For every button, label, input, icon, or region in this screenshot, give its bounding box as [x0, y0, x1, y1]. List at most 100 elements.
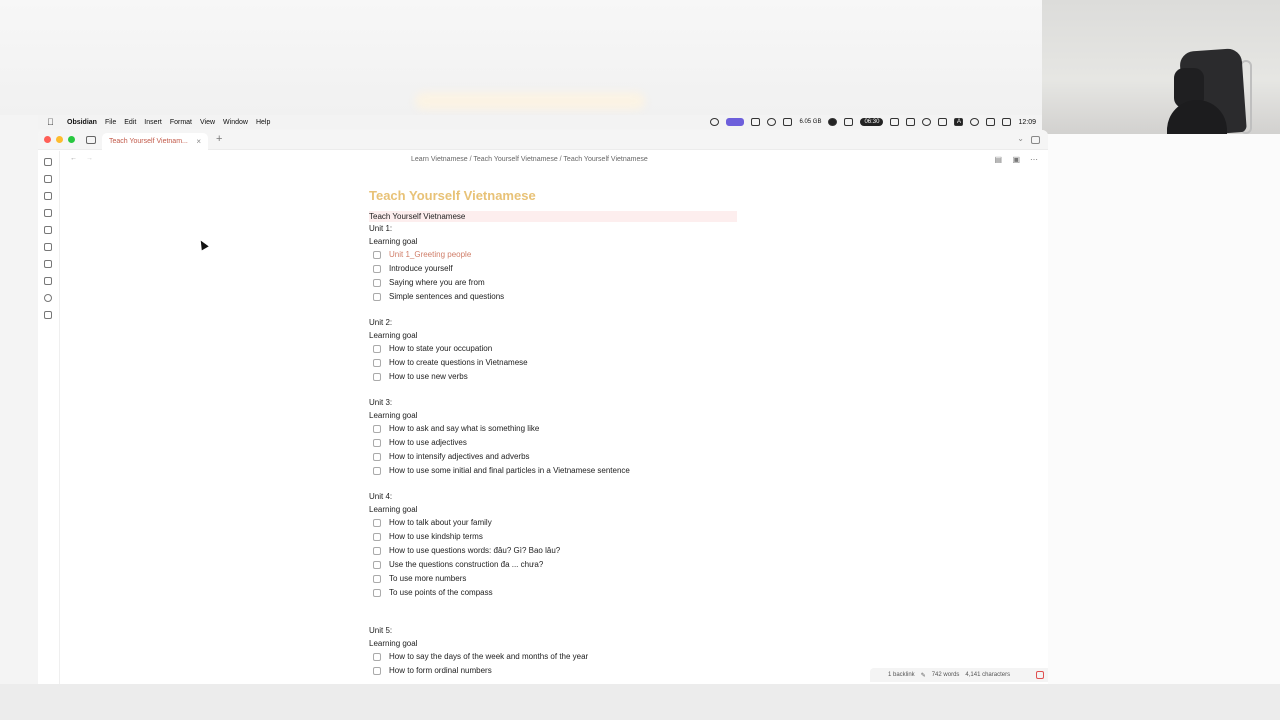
more-options-icon[interactable]: ⋯: [1030, 155, 1038, 164]
timer-badge[interactable]: 06:30: [860, 118, 884, 126]
task-item[interactable]: How to form ordinal numbers: [369, 664, 749, 678]
task-checkbox[interactable]: [373, 439, 381, 447]
menu-help[interactable]: Help: [256, 119, 270, 126]
grid-icon[interactable]: [890, 118, 900, 126]
storage-readout[interactable]: 6.05 GB: [799, 119, 821, 125]
task-checkbox[interactable]: [373, 519, 381, 527]
breadcrumb[interactable]: Learn Vietnamese / Teach Yourself Vietna…: [411, 156, 648, 163]
task-checkbox[interactable]: [373, 547, 381, 555]
menu-clock[interactable]: 12:09: [1018, 119, 1036, 126]
open-quick-switcher-icon[interactable]: [44, 158, 52, 166]
unit-heading[interactable]: Unit 4:: [369, 490, 749, 503]
unit-heading[interactable]: Unit 1:: [369, 222, 749, 235]
task-item[interactable]: How to intensify adjectives and adverbs: [369, 450, 749, 464]
sync-icon[interactable]: [828, 118, 838, 126]
learning-goal-label[interactable]: Learning goal: [369, 235, 749, 248]
task-checkbox[interactable]: [373, 589, 381, 597]
menu-insert[interactable]: Insert: [144, 119, 162, 126]
task-item[interactable]: How to ask and say what is something lik…: [369, 422, 749, 436]
pen-icon[interactable]: [844, 118, 854, 126]
learning-goal-label[interactable]: Learning goal: [369, 637, 749, 650]
right-sidebar-toggle-icon[interactable]: [1031, 136, 1040, 144]
reading-view-icon[interactable]: ▤: [994, 155, 1002, 164]
task-item[interactable]: Unit 1_Greeting people: [369, 248, 749, 262]
template-icon[interactable]: [44, 311, 52, 319]
task-item[interactable]: Introduce yourself: [369, 262, 749, 276]
task-checkbox[interactable]: [373, 345, 381, 353]
note-content[interactable]: Teach Yourself Vietnamese Teach Yourself…: [369, 188, 749, 678]
canvas-icon[interactable]: [44, 260, 52, 268]
note-title[interactable]: Teach Yourself Vietnamese: [369, 188, 749, 203]
task-item[interactable]: How to use some initial and final partic…: [369, 464, 749, 478]
open-graph-icon[interactable]: [44, 175, 52, 183]
task-checkbox[interactable]: [373, 279, 381, 287]
screen-recorder-icon[interactable]: [710, 118, 720, 126]
menu-edit[interactable]: Edit: [124, 119, 136, 126]
task-checkbox[interactable]: [373, 533, 381, 541]
minimize-window-button[interactable]: [56, 136, 63, 143]
task-item[interactable]: How to use questions words: đâu? Gì? Bao…: [369, 544, 749, 558]
unit-heading[interactable]: Unit 5:: [369, 624, 749, 637]
learning-goal-label[interactable]: Learning goal: [369, 503, 749, 516]
command-palette-icon[interactable]: [44, 192, 52, 200]
unit-heading[interactable]: Unit 3:: [369, 396, 749, 409]
task-checkbox[interactable]: [373, 667, 381, 675]
tag-icon[interactable]: [44, 277, 52, 285]
control-icon[interactable]: [783, 118, 793, 126]
search-icon[interactable]: [44, 294, 52, 302]
menu-view[interactable]: View: [200, 119, 215, 126]
zoom-window-button[interactable]: [68, 136, 75, 143]
display-icon[interactable]: [986, 118, 996, 126]
task-item[interactable]: How to create questions in Vietnamese: [369, 356, 749, 370]
task-checkbox[interactable]: [373, 265, 381, 273]
close-window-button[interactable]: [44, 136, 51, 143]
input-source-icon[interactable]: A: [954, 118, 964, 126]
task-item[interactable]: How to state your occupation: [369, 342, 749, 356]
internal-link[interactable]: Unit 1_Greeting people: [389, 248, 471, 262]
new-tab-button[interactable]: +: [216, 133, 222, 145]
task-checkbox[interactable]: [373, 653, 381, 661]
sidebar-toggle-icon[interactable]: [86, 135, 96, 144]
task-item[interactable]: How to use new verbs: [369, 370, 749, 384]
task-item[interactable]: How to talk about your family: [369, 516, 749, 530]
learning-goal-label[interactable]: Learning goal: [369, 329, 749, 342]
task-checkbox[interactable]: [373, 359, 381, 367]
task-item[interactable]: How to use kindship terms: [369, 530, 749, 544]
menu-app-name[interactable]: Obsidian: [67, 119, 97, 126]
menu-window[interactable]: Window: [223, 119, 248, 126]
task-checkbox[interactable]: [373, 453, 381, 461]
git-icon[interactable]: [44, 243, 52, 251]
menu-file[interactable]: File: [105, 119, 116, 126]
unit-heading[interactable]: Unit 2:: [369, 316, 749, 329]
book-icon[interactable]: ▣: [1012, 155, 1020, 164]
text-icon[interactable]: [906, 118, 916, 126]
sync-status-icon[interactable]: [1036, 671, 1044, 679]
apple-icon[interactable]: : [47, 117, 59, 127]
task-checkbox[interactable]: [373, 251, 381, 259]
pencil-icon[interactable]: ✎: [921, 672, 926, 679]
search-icon[interactable]: [970, 118, 980, 126]
tab-list-chevron-icon[interactable]: ⌄: [1017, 134, 1024, 143]
tab-close-icon[interactable]: ×: [196, 137, 201, 146]
window-icon[interactable]: [938, 118, 948, 126]
task-item[interactable]: How to say the days of the week and mont…: [369, 650, 749, 664]
task-item[interactable]: Use the questions construction đa ... ch…: [369, 558, 749, 572]
wifi-icon[interactable]: [767, 118, 777, 126]
menu-format[interactable]: Format: [170, 119, 192, 126]
task-checkbox[interactable]: [373, 293, 381, 301]
task-checkbox[interactable]: [373, 561, 381, 569]
task-checkbox[interactable]: [373, 425, 381, 433]
airdrop-icon[interactable]: [922, 118, 932, 126]
task-item[interactable]: To use more numbers: [369, 572, 749, 586]
learning-goal-label[interactable]: Learning goal: [369, 409, 749, 422]
back-arrow-icon[interactable]: ←: [70, 155, 77, 162]
forward-arrow-icon[interactable]: →: [86, 155, 93, 162]
outline-icon[interactable]: [44, 209, 52, 217]
tab-active-note[interactable]: Teach Yourself Vietnam... ×: [102, 133, 208, 150]
task-item[interactable]: Saying where you are from: [369, 276, 749, 290]
calendar-icon[interactable]: [44, 226, 52, 234]
task-checkbox[interactable]: [373, 575, 381, 583]
task-item[interactable]: How to use adjectives: [369, 436, 749, 450]
task-checkbox[interactable]: [373, 467, 381, 475]
task-item[interactable]: To use points of the compass: [369, 586, 749, 600]
